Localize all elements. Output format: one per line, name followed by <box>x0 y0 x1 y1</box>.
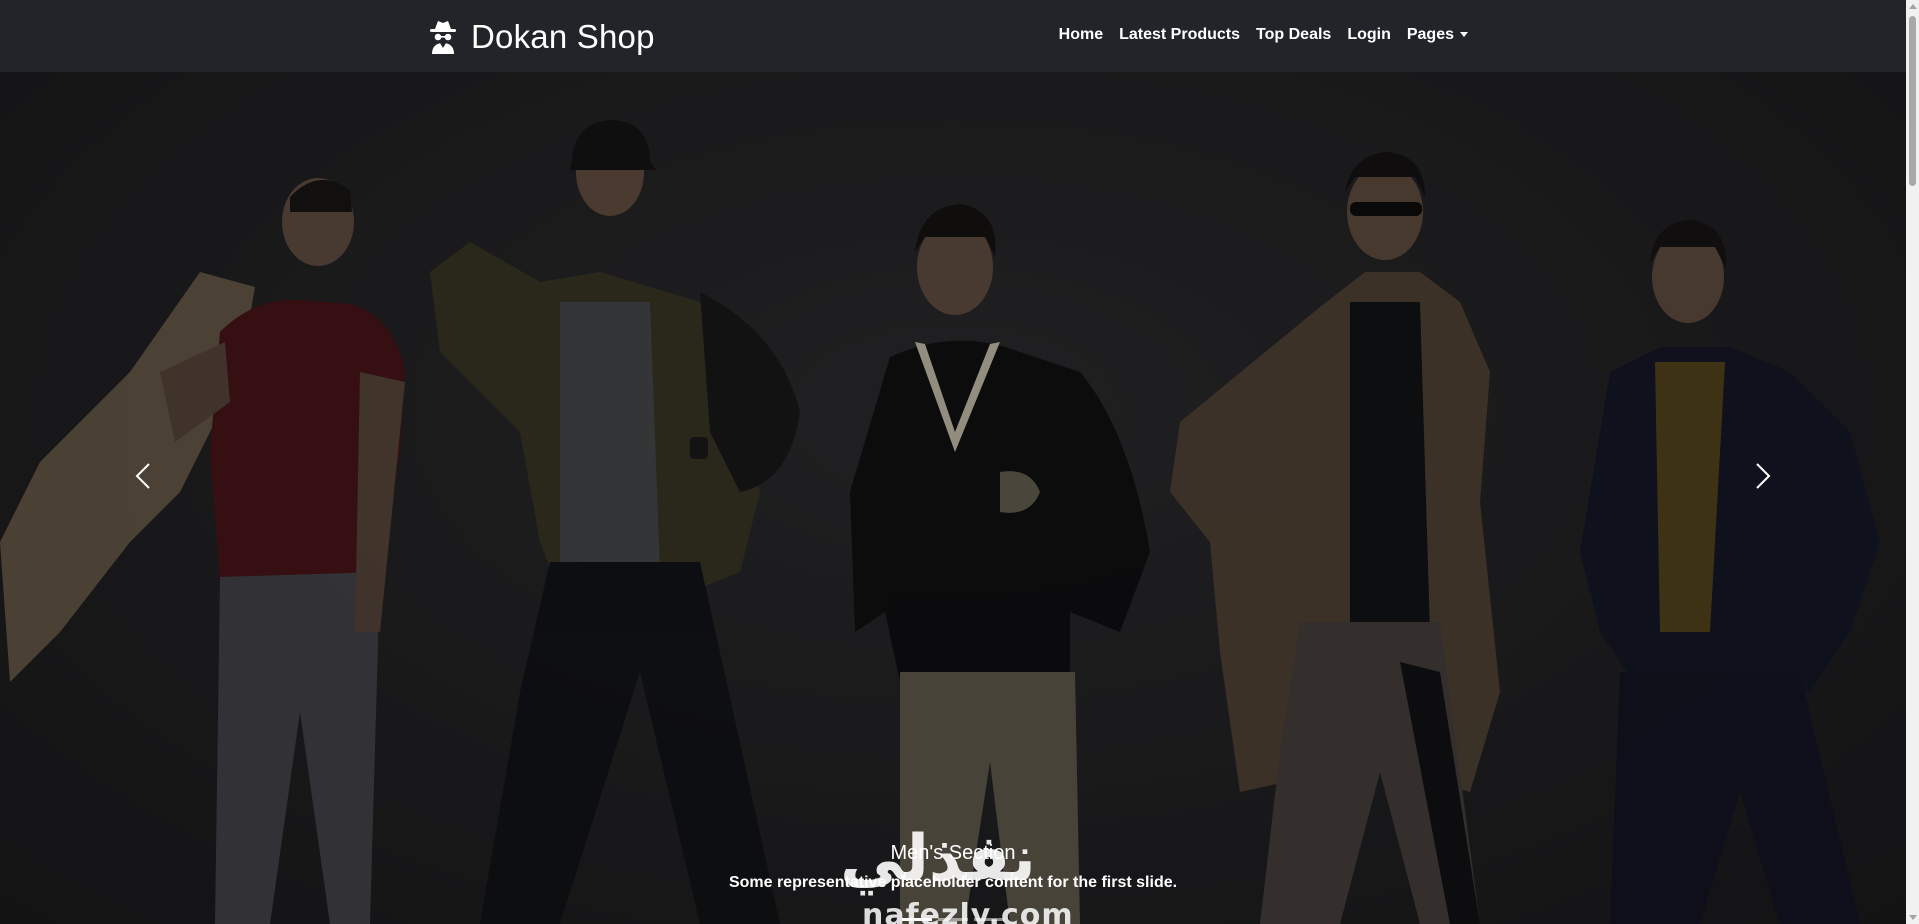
nav-pages-label: Pages <box>1406 26 1454 43</box>
nav-menu: Home Latest Products Top Deals Login Pag… <box>1051 22 1476 48</box>
brand-link[interactable]: Dokan Shop <box>429 16 655 58</box>
incognito-spy-icon <box>430 21 456 54</box>
caret-down-icon <box>1460 32 1468 38</box>
caption-text: Some representative placeholder content … <box>728 874 1178 891</box>
nav-pages-dropdown[interactable]: Pages <box>1399 22 1476 48</box>
chevron-right-icon[interactable] <box>1742 456 1782 496</box>
nav-latest-products[interactable]: Latest Products <box>1111 22 1248 48</box>
brand-name: Dokan Shop <box>471 18 655 55</box>
scroll-thumb[interactable] <box>1909 16 1916 186</box>
hero-carousel: Men's Section Some representative placeh… <box>0 72 1906 924</box>
indicator-2[interactable] <box>938 918 968 921</box>
vertical-scrollbar[interactable] <box>1906 0 1919 924</box>
scroll-up-arrow-icon[interactable] <box>1909 4 1917 9</box>
indicator-1[interactable] <box>902 918 932 921</box>
page: Dokan Shop Home Latest Products Top Deal… <box>0 0 1919 924</box>
caption-title: Men's Section <box>890 842 1016 864</box>
nav-top-deals[interactable]: Top Deals <box>1248 22 1339 48</box>
nav-home[interactable]: Home <box>1051 22 1111 48</box>
scroll-down-arrow-icon[interactable] <box>1909 915 1917 920</box>
indicator-3[interactable] <box>974 918 1004 921</box>
navbar: Dokan Shop Home Latest Products Top Deal… <box>0 0 1906 72</box>
carousel-indicators <box>0 918 1906 921</box>
chevron-left-icon[interactable] <box>124 456 164 496</box>
five-male-models-photo <box>0 72 1906 924</box>
nav-login[interactable]: Login <box>1339 22 1399 48</box>
